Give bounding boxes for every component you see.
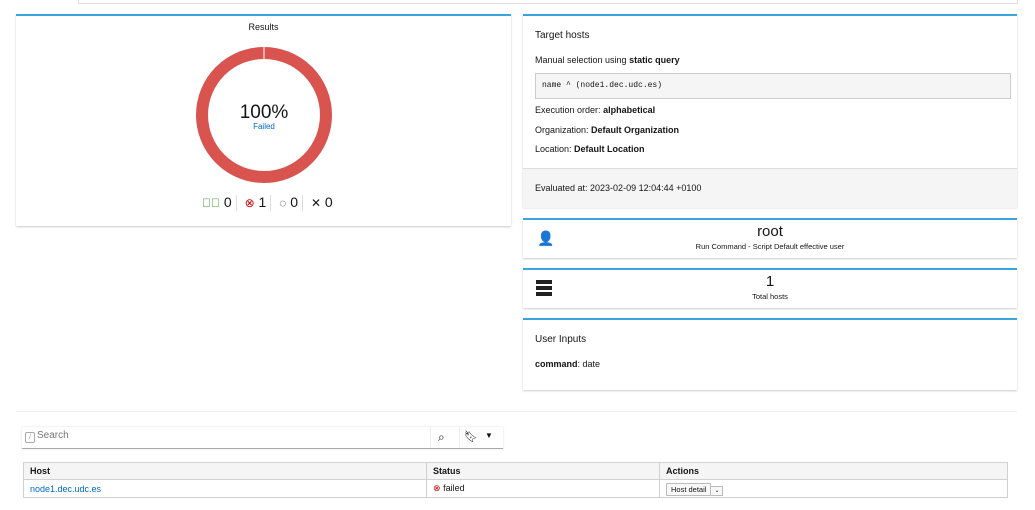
effective-user: root <box>757 223 783 240</box>
table-row: node1.dec.udc.es ⊗ failed Host detail ⌄ <box>23 479 1008 498</box>
results-percent: 100% <box>239 102 289 123</box>
top-bar <box>78 0 1018 4</box>
target-hosts-title: Target hosts <box>535 30 590 41</box>
location: Default Location <box>574 144 645 154</box>
chevron-down-icon[interactable]: ▼ <box>485 431 493 440</box>
success-count: 0 <box>223 194 232 210</box>
selection-type: static query <box>629 55 680 65</box>
exec-order: alphabetical <box>603 105 656 115</box>
results-title: Results <box>248 22 279 32</box>
pending-icon: ◌ <box>279 196 287 210</box>
results-counts: ✓⃝ 0 ⊗ 1 ◌ 0 ✕ 0 <box>202 194 333 212</box>
evaluated-at: Evaluated at: 2023-02-09 12:04:44 +0100 <box>535 183 702 193</box>
host-link[interactable]: node1.dec.udc.es <box>30 484 101 494</box>
organization: Default Organization <box>591 125 680 135</box>
target-hosts-card: Target hosts Manual selection using stat… <box>523 14 1017 208</box>
header-host: Host <box>23 462 427 480</box>
cancelled-icon: ✕ <box>310 196 321 210</box>
results-card: Results 100% Failed ✓⃝ 0 ⊗ 1 ◌ 0 ✕ 0 <box>16 14 511 226</box>
total-hosts-caption: Total hosts <box>752 292 788 301</box>
search-icon[interactable]: ⌕ <box>438 430 445 445</box>
slash-shortcut-icon: / <box>25 432 35 443</box>
input-value: : date <box>577 359 601 369</box>
selection-prefix: Manual selection using <box>535 55 627 65</box>
divider <box>16 411 1017 412</box>
failed-icon: ⊗ <box>433 483 441 493</box>
hosts-table: Host Status Actions node1.dec.udc.es ⊗ f… <box>23 462 1008 498</box>
actions-dropdown-icon[interactable]: ⌄ <box>711 485 724 496</box>
success-icon: ✓⃝ <box>202 196 220 210</box>
header-actions: Actions <box>659 462 1008 480</box>
table-header: Host Status Actions <box>23 462 1008 480</box>
effective-user-card: 👤 root Run Command - Script Default effe… <box>523 218 1017 258</box>
failed-count: 1 <box>258 194 267 210</box>
input-key: command <box>535 359 578 369</box>
total-hosts: 1 <box>765 273 775 290</box>
results-label: Failed <box>253 122 275 131</box>
user-inputs-card: User Inputs command: date <box>523 318 1017 390</box>
header-status: Status <box>426 462 660 480</box>
failed-icon: ⊗ <box>244 196 255 210</box>
location-label: Location: <box>535 144 572 154</box>
host-detail-button[interactable]: Host detail <box>666 482 712 496</box>
bookmark-icon[interactable]: 🔖︎ <box>464 430 478 443</box>
total-hosts-card: 1 Total hosts <box>523 268 1017 308</box>
org-label: Organization: <box>535 125 589 135</box>
search-input[interactable] <box>35 429 429 442</box>
cancelled-count: 0 <box>324 194 333 210</box>
user-inputs-title: User Inputs <box>535 334 587 345</box>
status-text: failed <box>443 483 465 493</box>
query-box: name ^ (node1.dec.udc.es) <box>535 73 1011 99</box>
exec-order-label: Execution order: <box>535 105 601 115</box>
effective-user-caption: Run Command - Script Default effective u… <box>695 242 845 251</box>
search-bar: / ⌕ 🔖︎ ▼ <box>22 427 503 449</box>
pending-count: 0 <box>290 194 299 210</box>
